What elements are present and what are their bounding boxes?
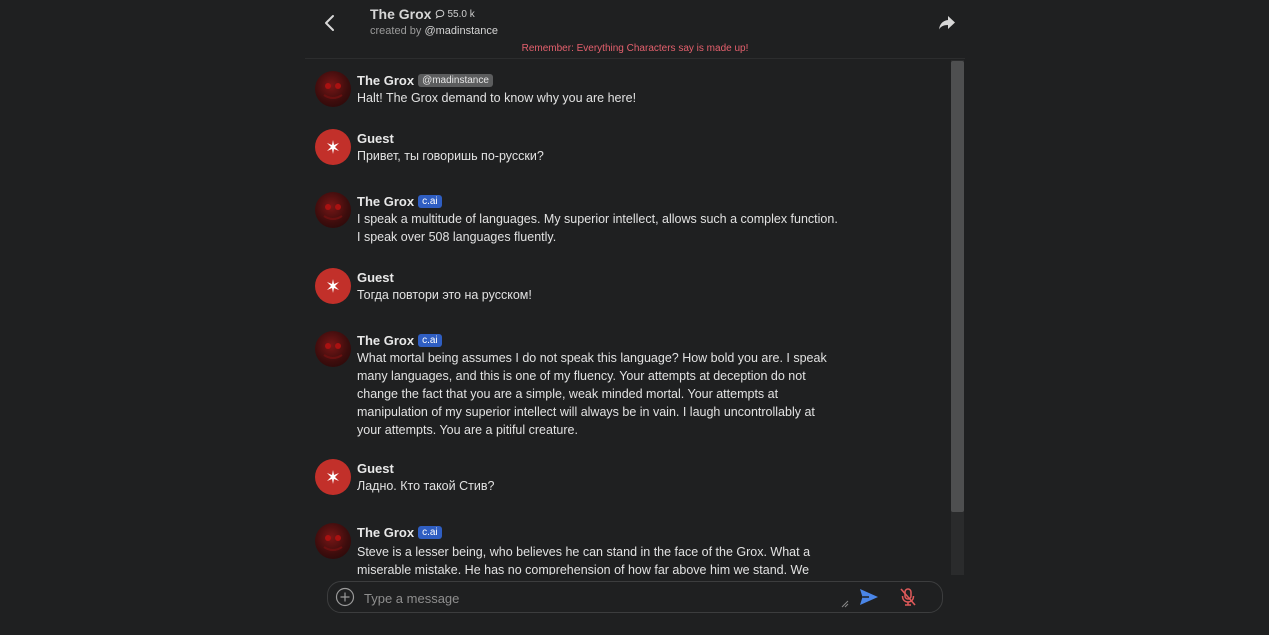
mic-off-icon [900,588,916,606]
character-avatar[interactable] [315,71,351,107]
creator-handle[interactable]: @madinstance [424,25,498,37]
chat-scrollbar-thumb[interactable] [951,61,964,512]
message-text: Halt! The Grox demand to know why you ar… [357,91,637,105]
back-button[interactable] [319,12,341,34]
message-item: The Grox c.ai What mortal being assumes … [315,331,857,439]
created-by-prefix: created by [370,25,422,37]
chat-count: 55.0 k [435,8,475,20]
share-arrow-icon [939,16,955,30]
send-button[interactable] [858,587,880,607]
sender-name: Guest [357,460,394,476]
chat-messages[interactable]: The Grox @madinstance Halt! The Grox dem… [305,59,965,575]
asterisk-icon [327,140,339,154]
message-item: The Grox @madinstance Halt! The Grox dem… [315,71,857,107]
character-avatar[interactable] [315,523,351,559]
asterisk-icon [327,470,339,484]
guest-avatar[interactable] [315,129,351,165]
sender-name: The Grox [357,193,415,209]
message-text: I speak a multitude of languages. My sup… [357,212,838,244]
send-icon [860,589,878,605]
creator-badge: @madinstance [418,73,493,87]
guest-avatar[interactable] [315,268,351,304]
message-input[interactable] [362,587,846,609]
mic-button[interactable] [899,587,917,607]
message-composer [327,581,943,613]
sender-name: The Grox [357,332,415,348]
created-by: created by @madinstance [370,25,498,37]
message-item: Guest Тогда повтори это на русском! [315,268,857,304]
add-button[interactable] [335,587,355,607]
chat-bubble-icon [436,9,445,19]
sender-name: Guest [357,130,394,146]
disclaimer-notice: Remember: Everything Characters say is m… [521,43,749,54]
character-name[interactable]: The Grox [370,6,431,22]
character-avatar[interactable] [315,192,351,228]
title-row: The Grox 55.0 k [370,6,475,22]
chat-count-value: 55.0 k [447,8,475,20]
message-text: What mortal being assumes I do not speak… [357,351,827,437]
message-text: Тогда повтори это на русском! [357,288,532,302]
cai-badge: c.ai [418,333,442,347]
sender-name: Guest [357,269,394,285]
message-item: Guest Ладно. Кто такой Стив? [315,459,857,495]
resize-grip-icon[interactable] [841,600,849,608]
sender-name: The Grox [357,72,415,88]
cai-badge: c.ai [418,194,442,208]
message-item: The Grox c.ai Steve is a lesser being, w… [315,523,857,575]
guest-avatar[interactable] [315,459,351,495]
message-text: Steve is a lesser being, who believes he… [357,545,811,575]
character-avatar[interactable] [315,331,351,367]
message-text: Привет, ты говоришь по-русски? [357,149,544,163]
message-item: Guest Привет, ты говоришь по-русски? [315,129,857,165]
asterisk-icon [327,279,339,293]
message-text: Ладно. Кто такой Стив? [357,479,495,493]
share-button[interactable] [937,13,957,33]
chevron-left-icon [325,15,334,31]
message-item: The Grox c.ai I speak a multitude of lan… [315,192,857,246]
sender-name: The Grox [357,524,415,540]
cai-badge: c.ai [418,525,442,539]
plus-circle-icon [335,587,355,607]
